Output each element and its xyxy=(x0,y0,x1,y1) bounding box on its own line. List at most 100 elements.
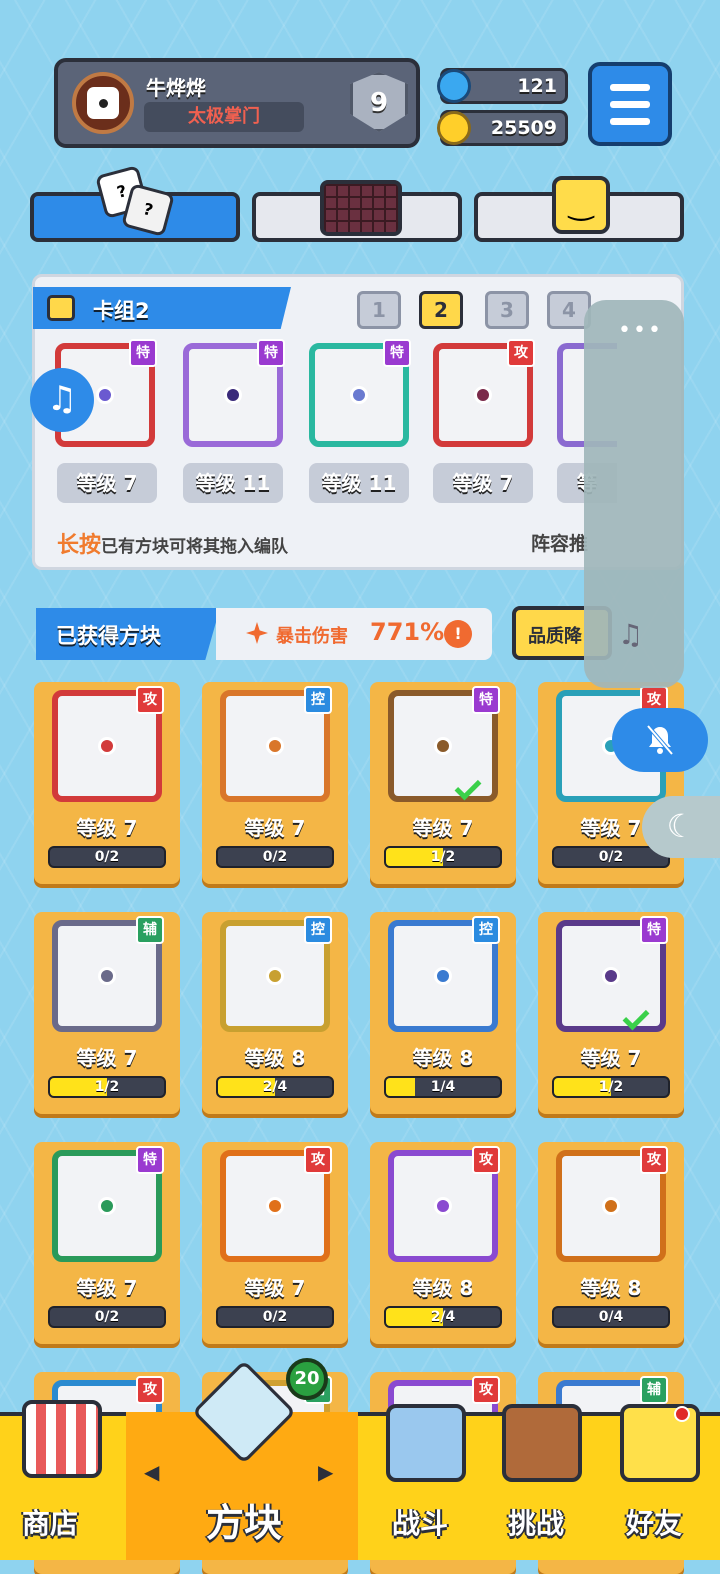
block-level: 等级 8 xyxy=(580,1276,642,1300)
tab-emoji[interactable]: ‿ xyxy=(474,176,684,242)
progress-text: 0/2 xyxy=(262,849,288,865)
profile-card[interactable]: 牛烨烨 太极掌门 9 xyxy=(54,58,420,148)
block-card[interactable]: 特等级 7 1/2 xyxy=(370,682,516,884)
block-level: 等级 8 xyxy=(244,1046,306,1070)
info-icon[interactable]: ! xyxy=(444,620,472,648)
block-card[interactable]: 辅等级 7 1/2 xyxy=(34,912,180,1114)
progress-text: 0/2 xyxy=(94,1309,120,1325)
type-tag: 攻 xyxy=(507,339,535,367)
upgrade-progress: 1/4 xyxy=(384,1076,502,1098)
block-card[interactable]: 控等级 8 2/4 xyxy=(202,912,348,1114)
progress-text: 0/2 xyxy=(262,1309,288,1325)
tab-board[interactable] xyxy=(252,180,462,242)
nav-friends[interactable]: 好友 xyxy=(606,1404,716,1560)
progress-text: 2/4 xyxy=(262,1079,288,1095)
block-image: 特 xyxy=(556,916,668,1032)
type-tag: 辅 xyxy=(640,1376,668,1404)
block-level: 等级 7 xyxy=(76,816,138,840)
progress-text: 1/2 xyxy=(598,1079,624,1095)
block-level: 等级 8 xyxy=(412,1046,474,1070)
deck-hint: 长按已有方块可将其拖入编队 xyxy=(57,527,288,559)
block-image: 特 xyxy=(388,686,500,802)
upgrade-progress: 0/4 xyxy=(552,1306,670,1328)
music-float-icon[interactable]: ♫ xyxy=(30,368,94,432)
smiley-icon: ‿ xyxy=(552,176,610,234)
nav-left-arrow[interactable]: ◀ xyxy=(144,1460,159,1484)
crit-damage-bar[interactable]: 暴击伤害 771% ! xyxy=(216,608,492,660)
burst-icon xyxy=(246,622,268,644)
deck-number-2[interactable]: 2 xyxy=(419,291,463,329)
type-tag: 控 xyxy=(304,916,332,944)
nav-shop[interactable]: 商店 xyxy=(10,1400,120,1560)
block-image: 控 xyxy=(220,686,332,802)
deck-card[interactable]: 特 xyxy=(309,339,411,447)
block-level: 等级 7 xyxy=(244,816,306,840)
lineup-button[interactable]: 阵容推 xyxy=(531,529,588,556)
gem-counter[interactable]: 121 xyxy=(437,68,568,104)
hint-text: 已有方块可将其拖入编队 xyxy=(101,537,289,557)
new-count-badge: 20 xyxy=(286,1358,328,1400)
shop-icon xyxy=(22,1400,102,1478)
block-level: 等级 7 xyxy=(580,1046,642,1070)
dice-icon: ? ? xyxy=(95,165,176,238)
more-icon[interactable]: ••• xyxy=(618,318,663,343)
player-name: 牛烨烨 xyxy=(146,76,206,100)
progress-text: 1/2 xyxy=(430,849,456,865)
upgrade-progress: 0/2 xyxy=(48,846,166,868)
hamburger-icon-line xyxy=(610,101,650,108)
hint-key: 长按 xyxy=(57,533,102,558)
block-card[interactable]: 攻等级 8 2/4 xyxy=(370,1142,516,1344)
music-note-icon[interactable]: ♫ xyxy=(618,618,643,651)
block-card[interactable]: 特等级 7 1/2 xyxy=(538,912,684,1114)
mute-bell-icon[interactable] xyxy=(612,708,708,772)
type-tag: 特 xyxy=(640,916,668,944)
block-card[interactable]: 攻等级 8 0/4 xyxy=(538,1142,684,1344)
block-card[interactable]: 控等级 7 0/2 xyxy=(202,682,348,884)
deck-number-3[interactable]: 3 xyxy=(485,291,529,329)
type-tag: 攻 xyxy=(136,1376,164,1404)
type-tag: 攻 xyxy=(472,1376,500,1404)
block-card[interactable]: 控等级 8 1/4 xyxy=(370,912,516,1114)
deck-number-1[interactable]: 1 xyxy=(357,291,401,329)
nav-battle-label: 战斗 xyxy=(392,1507,449,1540)
obtained-title-bar: 已获得方块 xyxy=(36,608,220,660)
coin-value: 25509 xyxy=(490,117,557,139)
coin-counter[interactable]: 25509 xyxy=(437,110,568,146)
crit-value: 771% xyxy=(370,618,445,646)
block-card[interactable]: 攻等级 7 0/2 xyxy=(34,682,180,884)
progress-text: 0/2 xyxy=(94,849,120,865)
moon-icon[interactable]: ☾ xyxy=(642,796,720,858)
rank-badge[interactable]: 9 xyxy=(350,72,408,132)
deck-title-bar[interactable]: 卡组2 xyxy=(33,287,291,329)
nav-battle[interactable]: 战斗 xyxy=(372,1404,482,1560)
block-level: 等级 7 xyxy=(76,1276,138,1300)
block-image: 攻 xyxy=(52,686,164,802)
tab-dice[interactable]: ? ? xyxy=(30,165,240,242)
block-card[interactable]: 攻等级 7 0/2 xyxy=(202,1142,348,1344)
block-level: 等级 7 xyxy=(412,816,474,840)
type-tag: 特 xyxy=(129,339,157,367)
floating-panel[interactable]: ••• ♫ xyxy=(584,300,684,688)
avatar[interactable] xyxy=(72,72,134,134)
gem-icon xyxy=(437,69,471,103)
pencil-icon[interactable] xyxy=(47,295,75,321)
crit-label: 暴击伤害 xyxy=(276,626,348,647)
block-card[interactable]: 特等级 7 0/2 xyxy=(34,1142,180,1344)
block-image: 攻 xyxy=(220,1146,332,1262)
block-image: 攻 xyxy=(388,1146,500,1262)
type-tag: 辅 xyxy=(136,916,164,944)
deck-card[interactable]: 特 xyxy=(183,339,285,447)
type-tag: 特 xyxy=(472,686,500,714)
nav-blocks[interactable]: 方块 xyxy=(170,1359,320,1560)
upgrade-progress: 0/2 xyxy=(48,1306,166,1328)
deck-card-level: 等级 11 xyxy=(183,463,283,503)
deck-card[interactable]: 攻 xyxy=(433,339,535,447)
battle-icon xyxy=(386,1404,466,1482)
upgrade-progress: 0/2 xyxy=(216,1306,334,1328)
progress-text: 2/4 xyxy=(430,1309,456,1325)
block-image: 控 xyxy=(220,916,332,1032)
nav-challenge[interactable]: 挑战 xyxy=(488,1404,598,1560)
type-tag: 控 xyxy=(472,916,500,944)
nav-right-arrow[interactable]: ▶ xyxy=(318,1460,333,1484)
menu-button[interactable] xyxy=(588,62,672,146)
